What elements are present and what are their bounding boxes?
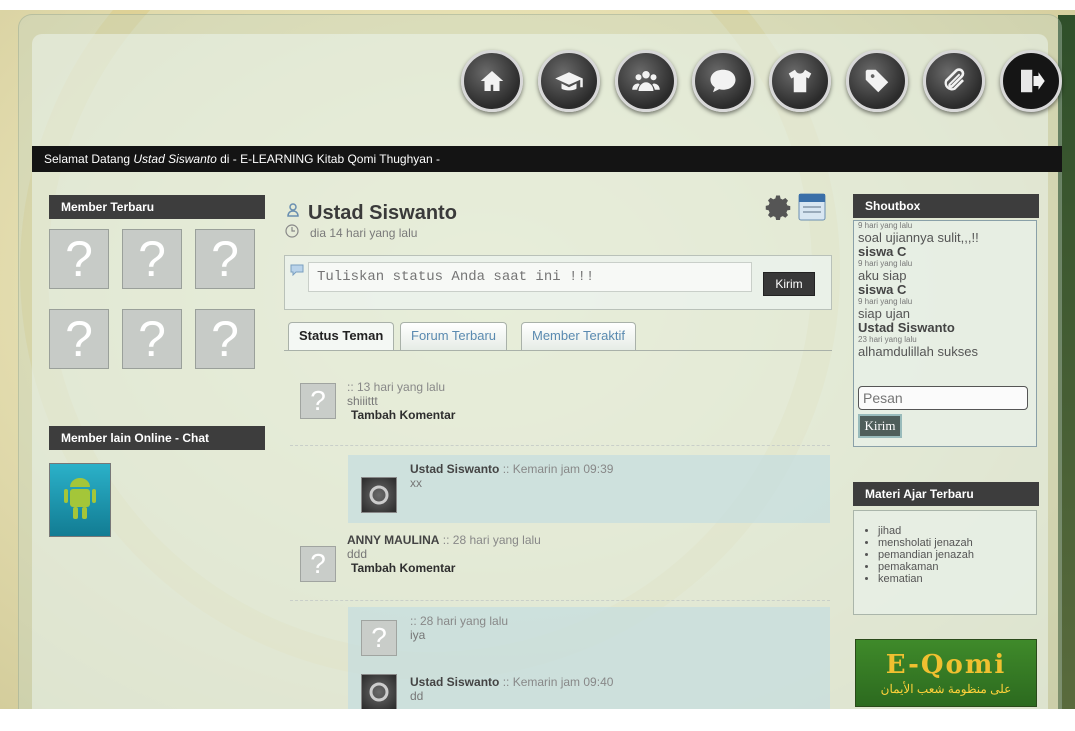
post-time: :: 28 hari yang lalu xyxy=(439,533,541,547)
welcome-prefix: Selamat Datang xyxy=(44,152,134,166)
materi-item[interactable]: kematian xyxy=(878,573,1036,585)
ring-icon xyxy=(369,485,389,505)
shout-author[interactable]: Ustad Siswanto xyxy=(858,321,1036,335)
post: ANNY MAULINA :: 28 hari yang lalu ddd Ta… xyxy=(347,533,541,575)
tab-forum-terbaru[interactable]: Forum Terbaru xyxy=(400,322,508,350)
comment-body: dd xyxy=(410,689,424,703)
shout-message: soal ujiannya sulit,,,!! xyxy=(858,230,979,245)
android-icon xyxy=(64,478,96,519)
shoutbox: 9 hari yang lalu soal ujiannya sulit,,,!… xyxy=(853,220,1037,447)
eqomi-logo: E-Qomi xyxy=(885,650,1007,680)
eqomi-banner[interactable]: E-Qomi على منظومة شعب الأيمان xyxy=(855,639,1037,707)
post-avatar[interactable]: ? xyxy=(300,383,336,419)
materi-item[interactable]: mensholati jenazah xyxy=(878,537,1036,549)
add-comment-link[interactable]: Tambah Komentar xyxy=(351,408,455,422)
shout-author[interactable]: siswa C xyxy=(858,283,1036,297)
shout-message: aku siap xyxy=(858,268,907,283)
materi-list: jihad mensholati jenazah pemandian jenaz… xyxy=(878,525,1036,585)
member-avatar[interactable]: ? xyxy=(49,229,109,289)
shout-entry: siswa C 9 hari yang lalu siap ujan xyxy=(854,283,1036,321)
comment-avatar[interactable] xyxy=(361,674,397,710)
materi-item[interactable]: jihad xyxy=(878,525,1036,537)
shout-message: alhamdulillah sukses xyxy=(858,344,978,359)
materi-header: Materi Ajar Terbaru xyxy=(853,482,1039,506)
welcome-bar: Selamat Datang Ustad Siswanto di - E-LEA… xyxy=(32,146,1062,172)
shoutbox-header: Shoutbox xyxy=(853,194,1039,218)
welcome-suffix: di - E-LEARNING Kitab Qomi Thughyan - xyxy=(216,152,440,166)
member-avatar[interactable]: ? xyxy=(195,229,255,289)
shout-entry: 9 hari yang lalu soal ujiannya sulit,,,!… xyxy=(854,221,1036,245)
comment-time: :: 28 hari yang lalu xyxy=(410,614,509,628)
post-divider xyxy=(290,600,830,601)
bottom-border xyxy=(0,709,1075,731)
shout-entry: siswa C 9 hari yang lalu aku siap xyxy=(854,245,1036,283)
comment: Ustad Siswanto :: Kemarin jam 09:39 xx xyxy=(410,462,613,490)
home-icon[interactable] xyxy=(461,50,523,112)
comment-body: iya xyxy=(410,628,426,642)
post-avatar[interactable]: ? xyxy=(300,546,336,582)
tab-underline xyxy=(284,350,832,351)
add-comment-link[interactable]: Tambah Komentar xyxy=(351,561,541,575)
shirt-icon[interactable] xyxy=(769,50,831,112)
comment-author[interactable]: Ustad Siswanto xyxy=(410,675,499,689)
welcome-user: Ustad Siswanto xyxy=(133,152,217,166)
speech-bubble-icon[interactable] xyxy=(692,50,754,112)
shout-author[interactable]: siswa C xyxy=(858,245,1036,259)
member-avatar[interactable]: ? xyxy=(195,309,255,369)
ring-icon xyxy=(369,682,389,702)
post-body: shiiittt xyxy=(347,394,378,408)
user-icon xyxy=(287,203,299,217)
post: :: 13 hari yang lalu shiiittt Tambah Kom… xyxy=(347,380,455,422)
post-body: ddd xyxy=(347,547,368,561)
post-time: :: 13 hari yang lalu xyxy=(347,380,446,394)
post-divider xyxy=(290,445,830,446)
tab-member-teraktif[interactable]: Member Teraktif xyxy=(521,322,636,350)
comment-body: xx xyxy=(410,476,422,490)
member-avatar[interactable]: ? xyxy=(49,309,109,369)
comment-time: :: Kemarin jam 09:39 xyxy=(499,462,614,476)
online-member-avatar[interactable] xyxy=(49,463,111,537)
comment-avatar[interactable] xyxy=(361,477,397,513)
shoutbox-submit-button[interactable]: Kirim xyxy=(858,414,902,438)
eqomi-subtitle: على منظومة شعب الأيمان xyxy=(880,682,1012,696)
shout-message: siap ujan xyxy=(858,306,911,321)
member-avatar[interactable]: ? xyxy=(122,229,182,289)
comment-avatar[interactable]: ? xyxy=(361,620,397,656)
settings-gear-icon[interactable] xyxy=(764,193,794,223)
comment-author[interactable]: Ustad Siswanto xyxy=(410,462,499,476)
top-border xyxy=(0,0,1075,10)
comment-time: :: Kemarin jam 09:40 xyxy=(499,675,614,689)
post-author[interactable]: ANNY MAULINA xyxy=(347,533,439,547)
tag-icon[interactable] xyxy=(846,50,908,112)
shout-entry: Ustad Siswanto 23 hari yang lalu alhamdu… xyxy=(854,321,1036,359)
member-terbaru-header: Member Terbaru xyxy=(49,195,265,219)
comment: Ustad Siswanto :: Kemarin jam 09:40 dd xyxy=(410,675,613,703)
member-avatar[interactable]: ? xyxy=(122,309,182,369)
shoutbox-message-input[interactable] xyxy=(858,386,1028,410)
profile-name: Ustad Siswanto xyxy=(308,202,457,224)
status-input[interactable] xyxy=(308,262,752,292)
tab-status-teman[interactable]: Status Teman xyxy=(288,322,395,351)
online-members-header: Member lain Online - Chat xyxy=(49,426,265,450)
materi-item[interactable]: pemakaman xyxy=(878,561,1036,573)
materi-list-box: jihad mensholati jenazah pemandian jenaz… xyxy=(853,510,1037,615)
profile-time: dia 14 hari yang lalu xyxy=(310,226,418,240)
calendar-icon[interactable] xyxy=(797,190,827,222)
users-icon[interactable] xyxy=(615,50,677,112)
comment: :: 28 hari yang lalu iya xyxy=(410,614,508,642)
paperclip-icon[interactable] xyxy=(923,50,985,112)
graduation-cap-icon[interactable] xyxy=(538,50,600,112)
status-submit-button[interactable]: Kirim xyxy=(763,272,815,296)
materi-item[interactable]: pemandian jenazah xyxy=(878,549,1036,561)
logout-icon[interactable] xyxy=(1000,50,1062,112)
clock-icon xyxy=(285,224,299,238)
comment-icon xyxy=(290,263,304,277)
